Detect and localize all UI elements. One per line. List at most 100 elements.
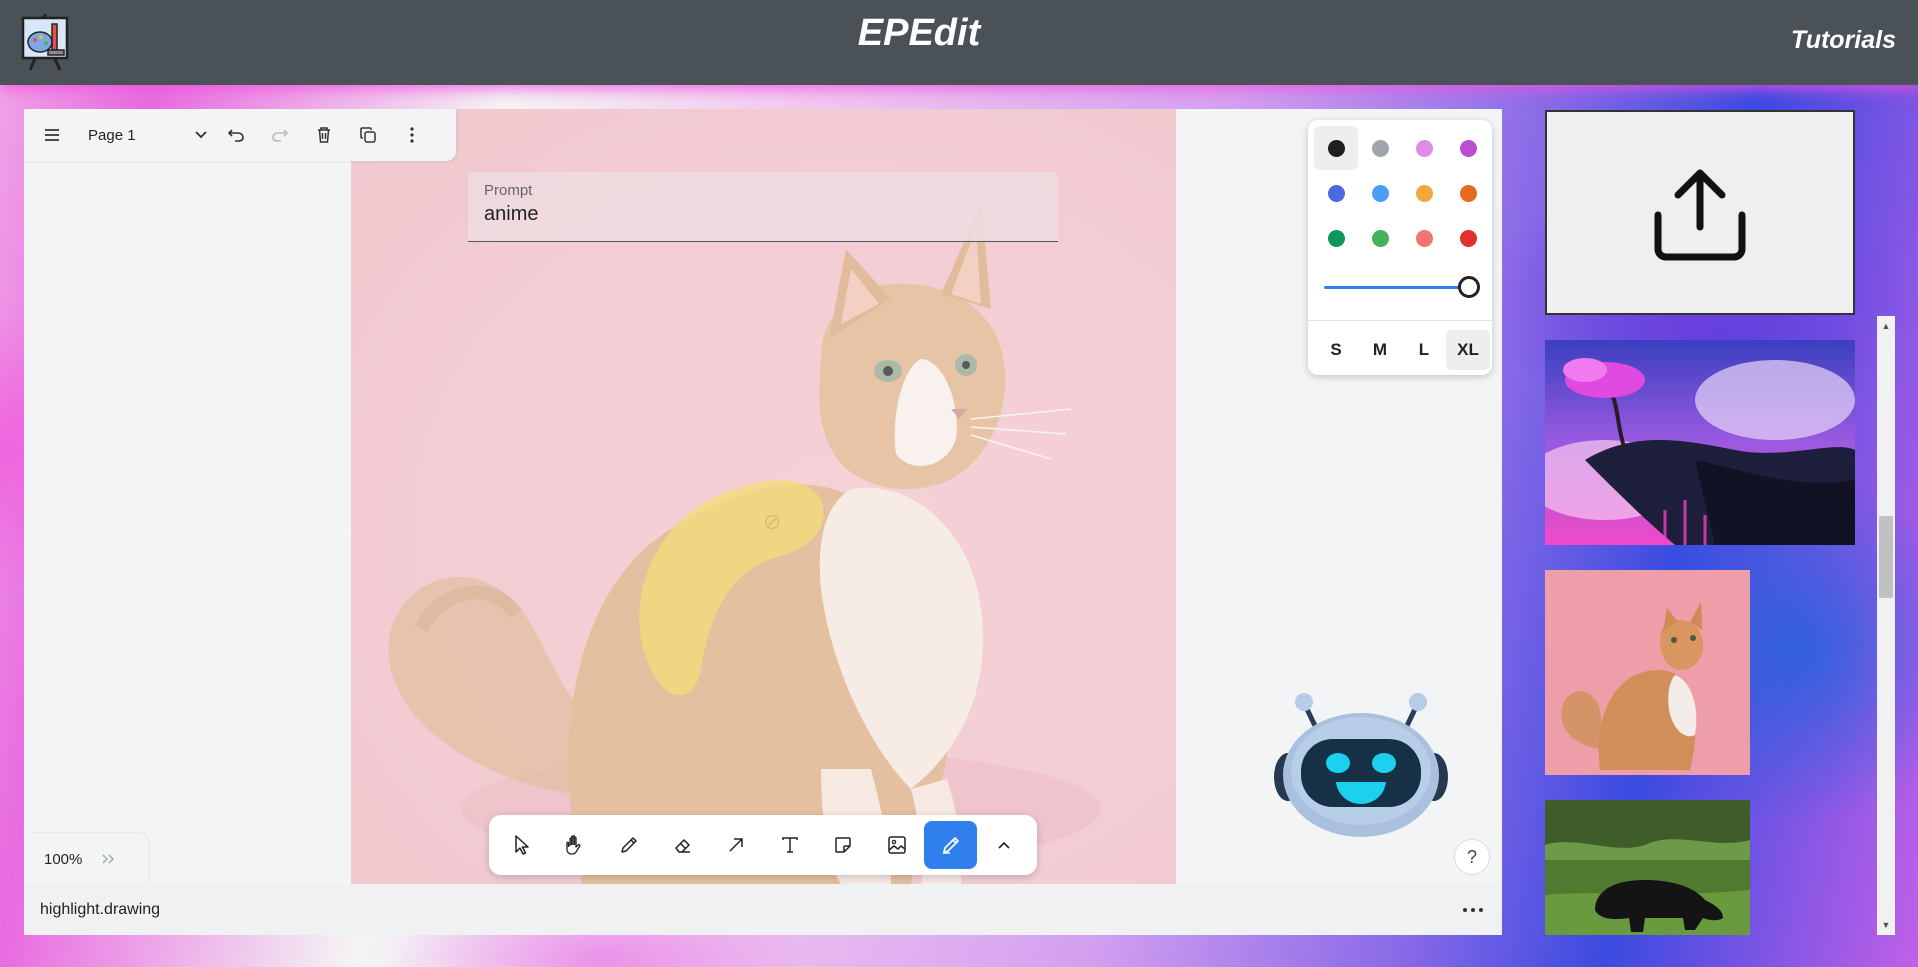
prompt-label: Prompt xyxy=(484,182,533,199)
zoom-control: 100% xyxy=(24,833,148,885)
robot-assistant-icon[interactable] xyxy=(1266,687,1456,837)
cat-thumbnail-image xyxy=(1545,570,1750,775)
draw-tool[interactable] xyxy=(602,821,656,869)
hamburger-icon xyxy=(45,129,59,141)
zoom-level[interactable]: 100% xyxy=(44,851,100,868)
color-swatch-0[interactable] xyxy=(1314,126,1358,170)
duplicate-button[interactable] xyxy=(346,113,390,157)
status-bar: highlight.drawing xyxy=(24,884,1502,935)
color-dot xyxy=(1327,184,1345,202)
cursor-icon xyxy=(515,835,529,855)
app-title: EPEdit xyxy=(857,12,981,54)
arrow-icon xyxy=(729,838,743,852)
redo-button[interactable] xyxy=(258,113,302,157)
more-tools-button[interactable] xyxy=(977,821,1031,869)
tools-toolbar xyxy=(489,815,1037,875)
duplicate-icon xyxy=(360,127,376,143)
color-swatch-11[interactable] xyxy=(1446,216,1490,260)
gallery-scrollbar[interactable]: ▲ ▼ xyxy=(1877,316,1895,935)
style-panel: S M L XL xyxy=(1308,120,1492,375)
color-dot xyxy=(1327,229,1345,247)
prompt-field[interactable]: Prompt anime xyxy=(468,172,1058,242)
scroll-up-arrow-icon[interactable]: ▲ xyxy=(1877,318,1895,334)
arrow-tool[interactable] xyxy=(709,821,763,869)
color-dot xyxy=(1415,139,1433,157)
divider xyxy=(1308,320,1492,321)
color-swatch-5[interactable] xyxy=(1358,171,1402,215)
size-button-m[interactable]: M xyxy=(1358,330,1402,370)
slider-thumb[interactable] xyxy=(1458,276,1480,298)
undo-button[interactable] xyxy=(214,113,258,157)
cat-thumbnail[interactable] xyxy=(1545,570,1750,775)
pencil-icon xyxy=(621,837,637,853)
color-swatch-2[interactable] xyxy=(1402,126,1446,170)
menu-button[interactable] xyxy=(30,113,74,157)
page-selector-label: Page 1 xyxy=(88,126,136,144)
color-swatch-3[interactable] xyxy=(1446,126,1490,170)
tutorials-link[interactable]: Tutorials xyxy=(1791,26,1896,55)
color-swatch-9[interactable] xyxy=(1358,216,1402,260)
page-selector[interactable]: Page 1 xyxy=(74,115,214,155)
more-horizontal-icon[interactable] xyxy=(1462,907,1484,913)
redo-icon xyxy=(272,129,289,142)
chevron-down-icon xyxy=(195,131,207,139)
color-dot xyxy=(1371,139,1389,157)
trash-icon xyxy=(318,127,330,143)
bear-thumbnail[interactable] xyxy=(1545,800,1750,935)
editor-canvas[interactable]: ⊘ Page 1 Prompt anime S M L XL 100% ? hi… xyxy=(24,109,1502,935)
hand-icon xyxy=(566,835,581,855)
color-dot xyxy=(1371,229,1389,247)
scroll-down-arrow-icon[interactable]: ▼ xyxy=(1877,917,1895,933)
chevron-up-icon xyxy=(998,841,1010,849)
upload-button[interactable] xyxy=(1545,110,1855,315)
right-panel xyxy=(1545,110,1857,935)
color-swatch-10[interactable] xyxy=(1402,216,1446,260)
opacity-slider[interactable] xyxy=(1324,275,1484,299)
scroll-thumb[interactable] xyxy=(1879,516,1893,598)
color-dot xyxy=(1459,139,1477,157)
fantasy-landscape-image xyxy=(1545,340,1855,545)
upload-icon xyxy=(1654,169,1746,260)
highlight-tool[interactable] xyxy=(923,821,978,869)
status-text: highlight.drawing xyxy=(40,900,161,918)
note-tool[interactable] xyxy=(817,821,871,869)
size-button-xl[interactable]: XL xyxy=(1446,330,1490,370)
size-button-l[interactable]: L xyxy=(1402,330,1446,370)
help-button[interactable]: ? xyxy=(1454,839,1490,875)
hand-tool[interactable] xyxy=(549,821,603,869)
size-button-s[interactable]: S xyxy=(1314,330,1358,370)
more-options-button[interactable] xyxy=(390,113,434,157)
top-bar: EPEdit Tutorials xyxy=(0,0,1918,85)
page-toolbar: Page 1 xyxy=(24,109,456,161)
undo-icon xyxy=(227,129,244,142)
bear-thumbnail-image xyxy=(1545,800,1750,935)
color-dot xyxy=(1327,139,1345,157)
color-dot xyxy=(1371,184,1389,202)
color-dot xyxy=(1415,229,1433,247)
eraser-tool[interactable] xyxy=(656,821,710,869)
select-tool[interactable] xyxy=(495,821,549,869)
color-dot xyxy=(1459,184,1477,202)
highlighter-icon xyxy=(942,837,959,854)
expand-chevrons-icon[interactable] xyxy=(100,853,116,865)
slider-track xyxy=(1324,286,1466,289)
color-dot xyxy=(1415,184,1433,202)
color-dot xyxy=(1459,229,1477,247)
text-tool[interactable] xyxy=(763,821,817,869)
image-icon xyxy=(888,836,906,854)
delete-button[interactable] xyxy=(302,113,346,157)
sticky-note-icon xyxy=(835,837,852,853)
text-icon xyxy=(782,837,798,853)
fantasy-landscape-thumbnail[interactable] xyxy=(1545,340,1855,545)
color-swatch-8[interactable] xyxy=(1314,216,1358,260)
size-selector: S M L XL xyxy=(1314,330,1490,370)
image-tool[interactable] xyxy=(870,821,924,869)
color-swatch-4[interactable] xyxy=(1314,171,1358,215)
eraser-icon xyxy=(674,839,690,853)
prompt-input[interactable]: anime xyxy=(484,203,1042,226)
color-swatch-grid xyxy=(1314,126,1490,260)
color-swatch-6[interactable] xyxy=(1402,171,1446,215)
more-vertical-icon xyxy=(410,127,414,143)
color-swatch-1[interactable] xyxy=(1358,126,1402,170)
color-swatch-7[interactable] xyxy=(1446,171,1490,215)
